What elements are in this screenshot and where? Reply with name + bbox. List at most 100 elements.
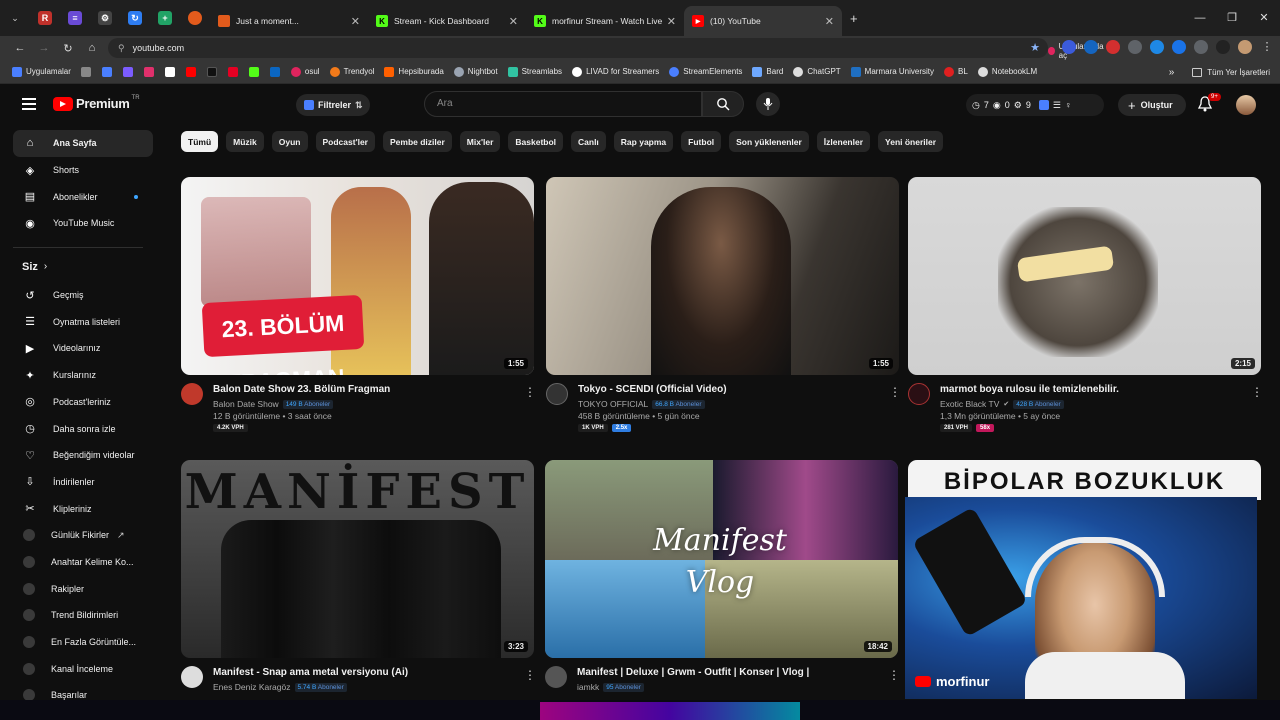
chip-rap[interactable]: Rap yapma bbox=[613, 131, 674, 152]
voice-search-button[interactable] bbox=[756, 92, 780, 116]
pinned-tab[interactable] bbox=[180, 5, 210, 31]
channel-name[interactable]: TOKYO OFFICIAL bbox=[578, 399, 648, 409]
chip-live[interactable]: Canlı bbox=[571, 131, 606, 152]
sidebar-item-courses[interactable]: ✦ Kurslarınız bbox=[13, 362, 153, 389]
kick-icon[interactable] bbox=[248, 66, 259, 77]
chip-gaming[interactable]: Oyun bbox=[271, 131, 308, 152]
chip-new-to-you[interactable]: Yeni öneriler bbox=[878, 131, 944, 152]
more-options-icon[interactable]: ⋮ bbox=[1251, 385, 1263, 399]
bookmark-chatgpt[interactable]: ChatGPT bbox=[793, 66, 841, 77]
channel-avatar[interactable] bbox=[181, 666, 203, 688]
bookmark-trendyol[interactable]: Trendyol bbox=[329, 66, 374, 77]
chip-recently-uploaded[interactable]: Son yüklenenler bbox=[729, 131, 809, 152]
extension-icon[interactable] bbox=[1172, 40, 1186, 54]
sidebar-item-podcasts[interactable]: ◎ Podcast'leriniz bbox=[13, 389, 153, 416]
youtube-logo[interactable]: Premium TR bbox=[53, 95, 140, 111]
video-thumbnail[interactable]: 2:15 bbox=[908, 177, 1261, 375]
youtube-icon[interactable] bbox=[185, 66, 196, 77]
menu-icon[interactable]: ⋮ bbox=[1260, 40, 1274, 54]
sidebar-item-channel-review[interactable]: Kanal İnceleme bbox=[13, 655, 153, 682]
close-window-icon[interactable]: ✕ bbox=[1248, 0, 1280, 36]
search-input[interactable]: Ara bbox=[424, 91, 702, 117]
extensions-puzzle-icon[interactable] bbox=[1194, 40, 1208, 54]
pinned-tab[interactable]: ≡ bbox=[60, 5, 90, 31]
channel-avatar[interactable] bbox=[181, 383, 203, 405]
sidebar-item-shorts[interactable]: ◈ Shorts bbox=[13, 157, 153, 184]
sidebar-item-liked-videos[interactable]: ♡ Beğendiğim videolar bbox=[13, 442, 153, 469]
search-button[interactable] bbox=[702, 91, 744, 117]
pinned-tab[interactable]: ↻ bbox=[120, 5, 150, 31]
more-options-icon[interactable]: ⋮ bbox=[889, 385, 901, 399]
address-bar[interactable]: ⚲ youtube.com Uygulamada aç ★ bbox=[108, 38, 1104, 60]
bookmark-osul[interactable]: osul bbox=[290, 66, 320, 77]
sidebar-item-your-videos[interactable]: ▶ Videolarınız bbox=[13, 335, 153, 362]
minimize-icon[interactable]: — bbox=[1184, 0, 1216, 36]
sidebar-item-downloads[interactable]: ⇩ İndirilenler bbox=[13, 469, 153, 496]
channel-avatar[interactable] bbox=[546, 383, 568, 405]
site-info-icon[interactable]: ⚲ bbox=[118, 43, 125, 54]
sidebar-item-youtube-music[interactable]: ◉ YouTube Music bbox=[13, 210, 153, 237]
stats-widget[interactable]: ◷ 7 ◉ 0 ⚙ 9 ☰ ♀ bbox=[966, 94, 1104, 116]
channel-name[interactable]: Exotic Black TV bbox=[940, 399, 999, 409]
sidebar-item-watch-later[interactable]: ◷ Daha sonra izle bbox=[13, 415, 153, 442]
channel-name[interactable]: iamkk bbox=[577, 682, 599, 692]
all-bookmarks-button[interactable]: Tüm Yer İşaretleri bbox=[1207, 68, 1270, 77]
video-title[interactable]: marmot boya rulosu ile temizlenebilir. bbox=[940, 383, 1119, 396]
video-title[interactable]: Tokyo - SCENDI (Official Video) bbox=[578, 383, 727, 396]
browser-tab[interactable]: Just a moment... ✕ bbox=[210, 6, 368, 36]
x-icon[interactable] bbox=[164, 66, 175, 77]
linkedin-icon[interactable] bbox=[269, 66, 280, 77]
chip-podcasts[interactable]: Podcast'ler bbox=[315, 131, 375, 152]
pinned-tab[interactable]: ⚙ bbox=[90, 5, 120, 31]
avatar[interactable] bbox=[1236, 95, 1256, 115]
instagram-icon[interactable] bbox=[143, 66, 154, 77]
extension-icon[interactable] bbox=[1150, 40, 1164, 54]
channel-name[interactable]: Balon Date Show bbox=[213, 399, 279, 409]
sidebar-you-header[interactable]: Siz › bbox=[13, 252, 153, 282]
star-icon[interactable]: ★ bbox=[1030, 41, 1040, 54]
back-icon[interactable]: ← bbox=[8, 42, 32, 54]
browser-tab-active[interactable]: ▶ (10) YouTube ✕ bbox=[684, 6, 842, 36]
more-options-icon[interactable]: ⋮ bbox=[888, 668, 900, 682]
bookmark-apps[interactable]: Uygulamalar bbox=[12, 66, 71, 77]
bookmark-marmara[interactable]: Marmara University bbox=[850, 66, 934, 77]
close-icon[interactable]: ✕ bbox=[351, 15, 360, 28]
browser-tab[interactable]: K Stream - Kick Dashboard ✕ bbox=[368, 6, 526, 36]
sidebar-item-home[interactable]: ⌂ Ana Sayfa bbox=[13, 130, 153, 157]
pinned-tab[interactable]: + bbox=[150, 5, 180, 31]
more-options-icon[interactable]: ⋮ bbox=[524, 385, 536, 399]
bookmark-star-icon[interactable] bbox=[101, 66, 112, 77]
sidebar-item-most-viewed[interactable]: En Fazla Görüntüle... bbox=[13, 629, 153, 656]
sidebar-item-clips[interactable]: ✂ Klipleriniz bbox=[13, 495, 153, 522]
video-thumbnail[interactable]: BİPOLAR BOZUKLUK bbox=[908, 460, 1261, 500]
channel-name[interactable]: Enes Deniz Karagöz bbox=[213, 682, 291, 692]
pinterest-icon[interactable] bbox=[227, 66, 238, 77]
sidebar-item-playlists[interactable]: ☰ Oynatma listeleri bbox=[13, 308, 153, 335]
close-icon[interactable]: ✕ bbox=[509, 15, 518, 28]
filters-button[interactable]: Filtreler ⇅ bbox=[296, 94, 370, 116]
sidebar-item-daily-ideas[interactable]: Günlük Fikirler ↗ bbox=[13, 522, 153, 549]
bookmark-notebooklm[interactable]: NotebookLM bbox=[977, 66, 1037, 77]
browser-tab[interactable]: K morfinur Stream - Watch Live o ✕ bbox=[526, 6, 684, 36]
new-tab-button[interactable]: + bbox=[850, 11, 858, 26]
profile-avatar[interactable] bbox=[1238, 40, 1252, 54]
sidebar-item-keyword-tool[interactable]: Anahtar Kelime Ko... bbox=[13, 549, 153, 576]
chip-music[interactable]: Müzik bbox=[226, 131, 264, 152]
grid-icon[interactable] bbox=[80, 66, 91, 77]
more-options-icon[interactable]: ⋮ bbox=[524, 668, 536, 682]
chip-mixes[interactable]: Mix'ler bbox=[459, 131, 501, 152]
video-thumbnail[interactable]: MANİFEST 3:23 bbox=[181, 460, 534, 658]
bookmark-bl[interactable]: BL bbox=[944, 66, 968, 77]
extension-icon[interactable] bbox=[1084, 40, 1098, 54]
extension-icon[interactable] bbox=[1106, 40, 1120, 54]
bookmark-nightbot[interactable]: Nightbot bbox=[453, 66, 498, 77]
sidebar-item-history[interactable]: ↺ Geçmiş bbox=[13, 282, 153, 309]
menu-icon[interactable] bbox=[22, 98, 36, 110]
pinned-tab[interactable]: R bbox=[30, 5, 60, 31]
home-icon[interactable]: ⌂ bbox=[80, 42, 104, 54]
sidebar-item-competitors[interactable]: Rakipler bbox=[13, 575, 153, 602]
sidebar-item-trend-alerts[interactable]: Trend Bildirimleri bbox=[13, 602, 153, 629]
create-button[interactable]: + Oluştur bbox=[1118, 94, 1186, 116]
close-icon[interactable]: ✕ bbox=[667, 15, 676, 28]
video-title[interactable]: Manifest | Deluxe | Grwm - Outfit | Kons… bbox=[577, 666, 809, 679]
